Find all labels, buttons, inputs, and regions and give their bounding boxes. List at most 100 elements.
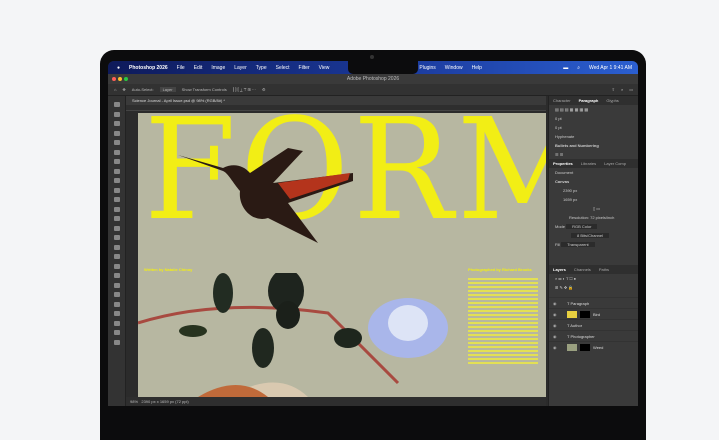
align-icons[interactable]: ⫿ ⫿ ⫿ ⊥ ⊤ ⊞ ··· (233, 87, 256, 92)
tab-channels[interactable]: Channels (570, 267, 595, 272)
layer-lock-row[interactable]: ⊞ ✎ ✥ 🔒 (549, 283, 638, 297)
space-field[interactable]: 0 pt (549, 123, 638, 132)
width-field[interactable]: 2390 px (549, 186, 638, 195)
tab-paths[interactable]: Paths (595, 267, 613, 272)
tool-icon[interactable] (114, 292, 120, 297)
canvas-section[interactable]: Canvas (549, 177, 638, 186)
zoom-level[interactable]: 98% (130, 399, 138, 404)
tool-icon[interactable] (114, 149, 120, 155)
tool-icon[interactable] (114, 130, 120, 136)
minimize-button[interactable] (118, 77, 122, 81)
zoom-button[interactable] (124, 77, 128, 81)
tool-icon[interactable] (114, 282, 120, 288)
tab-paragraph[interactable]: Paragraph (575, 98, 603, 103)
tab-layer-comp[interactable]: Layer Comp (600, 161, 630, 166)
tool-icon[interactable] (114, 121, 120, 126)
menu-help[interactable]: Help (472, 65, 482, 71)
fill-label: Fill (555, 242, 561, 247)
layer-thumbnail (567, 311, 577, 319)
tool-icon[interactable] (114, 235, 120, 240)
tool-icon[interactable] (114, 140, 120, 145)
tool-icon[interactable] (114, 111, 120, 117)
tool-icon[interactable] (114, 301, 120, 307)
tool-icon[interactable] (114, 254, 120, 259)
tool-icon[interactable] (114, 225, 120, 231)
layer-row[interactable]: T Author (549, 319, 638, 331)
clock[interactable]: Wed Apr 1 9:41 AM (589, 65, 632, 71)
workspace-icon[interactable]: ▭ (629, 87, 633, 92)
layer-row[interactable]: Weed (549, 341, 638, 353)
menu-filter[interactable]: Filter (299, 65, 310, 71)
hyphenate-checkbox[interactable]: Hyphenate (549, 132, 638, 141)
type-panel-tabs: Character Paragraph Glyphs (549, 96, 638, 105)
fill-select[interactable]: Transparent (561, 242, 595, 247)
menu-window[interactable]: Window (445, 65, 463, 71)
apple-icon[interactable]: ● (117, 65, 120, 71)
tool-icon[interactable] (114, 339, 120, 345)
battery-icon[interactable]: ▬ (563, 65, 568, 71)
layer-row[interactable]: T Photographer (549, 330, 638, 342)
menu-plugins[interactable]: Plugins (419, 65, 435, 71)
layer-filter[interactable]: ⌕ ▭ ◐ T ⬚ ● (549, 274, 638, 283)
document-label: Document (555, 170, 574, 175)
layer-row[interactable]: T Paragraph (549, 297, 638, 309)
menu-image[interactable]: Image (211, 65, 225, 71)
layers-tabs: Layers Channels Paths (549, 265, 638, 274)
gear-icon[interactable]: ⚙ (262, 87, 266, 92)
transform-checkbox[interactable]: Show Transform Controls (182, 87, 227, 92)
move-tool-icon[interactable]: ✥ (122, 87, 125, 92)
document-tab[interactable]: Science Journal - April Issue.psd @ 98% … (126, 96, 546, 105)
search-icon[interactable]: ⌕ (577, 65, 580, 71)
tool-icon[interactable] (114, 320, 120, 326)
tool-icon[interactable] (114, 168, 120, 174)
tab-glyphs[interactable]: Glyphs (602, 98, 622, 103)
menu-type[interactable]: Type (256, 65, 267, 71)
depth-select[interactable]: 8 Bits/Channel (571, 233, 610, 238)
search-icon[interactable]: ⌕ (621, 87, 623, 92)
bullet-buttons[interactable]: ☰ ☰ (549, 150, 638, 159)
menu-edit[interactable]: Edit (194, 65, 203, 71)
properties-tabs: Properties Libraries Layer Comp (549, 159, 638, 168)
indent-field[interactable]: 0 pt (549, 114, 638, 123)
tool-icon[interactable] (114, 244, 120, 250)
menu-layer[interactable]: Layer (234, 65, 247, 71)
tool-icon[interactable] (114, 197, 120, 202)
align-buttons[interactable]: ▤ ▤ ▤ ▦ ▦ ▦ ▦ (549, 105, 638, 114)
byline-left: Written by Natalie Chinoy (144, 267, 193, 272)
tab-layers[interactable]: Layers (549, 267, 570, 272)
tool-icon[interactable] (114, 330, 120, 335)
menu-app[interactable]: Photoshop 2026 (129, 65, 168, 71)
canvas[interactable]: FORM Written by Natalie Chinoy Photograp… (138, 113, 546, 397)
menu-select[interactable]: Select (276, 65, 290, 71)
layer-name: Author (570, 323, 583, 328)
height-field[interactable]: 1659 px (549, 195, 638, 204)
toolbar: for(let i=0;i<26;i++)document.write('<di… (108, 96, 126, 406)
close-button[interactable] (112, 77, 116, 81)
tool-icon[interactable] (114, 159, 120, 164)
tool-icon[interactable] (114, 187, 120, 193)
tool-icon[interactable] (114, 216, 120, 221)
tool-icon[interactable] (114, 206, 120, 212)
home-icon[interactable]: ⌂ (114, 87, 116, 92)
tool-icon[interactable] (114, 178, 120, 183)
mode-label: Mode (555, 224, 566, 229)
tab-properties[interactable]: Properties (549, 161, 577, 166)
tool-icon[interactable] (114, 102, 120, 107)
tool-icon[interactable] (114, 273, 120, 278)
tab-character[interactable]: Character (549, 98, 575, 103)
mode-select[interactable]: RGB Color (566, 224, 598, 229)
share-icon[interactable]: ⇪ (612, 87, 615, 92)
menu-view[interactable]: View (319, 65, 330, 71)
flower-branch-image (138, 273, 448, 397)
menu-file[interactable]: File (177, 65, 185, 71)
orientation-buttons[interactable]: ▯ ▭ (549, 204, 638, 213)
layer-select[interactable]: Layer (159, 87, 176, 92)
tool-icon[interactable] (114, 263, 120, 269)
auto-select-checkbox[interactable]: Auto-Select: (132, 87, 154, 92)
mask-thumbnail (580, 344, 590, 352)
layer-row[interactable]: Bird (549, 308, 638, 320)
tool-icon[interactable] (114, 311, 120, 316)
mask-thumbnail (580, 311, 590, 319)
tab-libraries[interactable]: Libraries (577, 161, 600, 166)
right-panels: Character Paragraph Glyphs ▤ ▤ ▤ ▦ ▦ ▦ ▦… (548, 96, 638, 406)
